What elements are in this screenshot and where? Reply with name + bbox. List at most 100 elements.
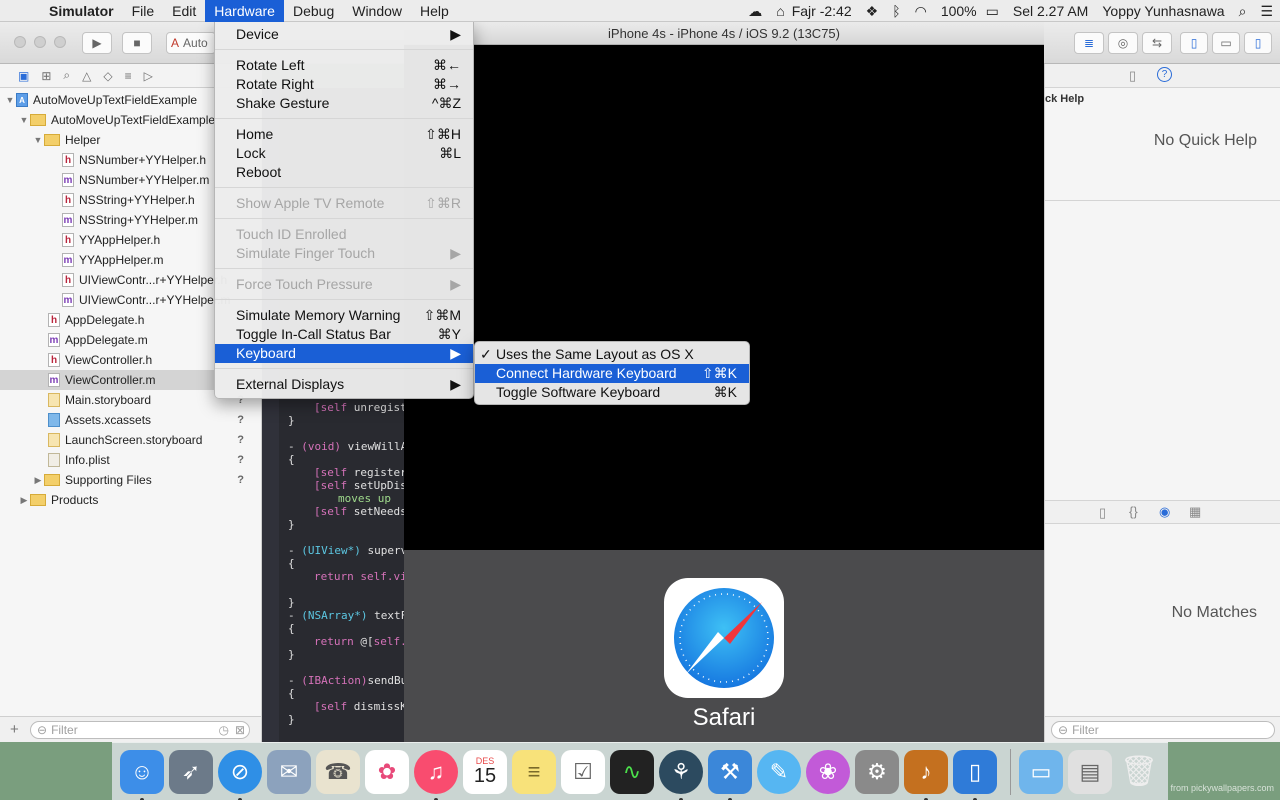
debug-navigator-icon[interactable]: ≡ — [125, 69, 132, 83]
itunes-icon[interactable]: ♫ — [414, 749, 458, 800]
menu-item-simulate-memory-warning[interactable]: Simulate Memory Warning ⇧⌘M — [215, 306, 473, 325]
finder-icon[interactable]: ☺ — [120, 749, 164, 800]
prayer-time[interactable]: Fajr -2:42 — [792, 0, 859, 22]
notification-center-icon[interactable]: ☰ — [1253, 0, 1280, 22]
simulator-app-icon[interactable]: ▯ — [953, 749, 997, 800]
xcode-icon[interactable]: ⚒ — [708, 749, 752, 800]
menu-item-uses-same-layout[interactable]: ✓ Uses the Same Layout as OS X — [475, 345, 749, 364]
simulator-screen[interactable] — [404, 45, 1044, 564]
tree-row-file[interactable]: Info.plist? — [0, 450, 262, 470]
stop-button[interactable]: ■ — [122, 32, 152, 54]
menu-item-keyboard[interactable]: Keyboard ▶ — [215, 344, 473, 363]
menu-item-external-displays[interactable]: External Displays ▶ — [215, 375, 473, 394]
menu-item-rotate-right[interactable]: Rotate Right ⌘→ — [215, 75, 473, 94]
disclosure-open-icon[interactable]: ▼ — [18, 115, 30, 125]
downloads-stack-icon[interactable]: ▤ — [1068, 749, 1112, 794]
user-name[interactable]: Yoppy Yunhasnawa — [1095, 0, 1231, 22]
scm-filter-icon[interactable]: ⊠ — [235, 723, 245, 737]
wifi-icon[interactable]: ◠ — [908, 0, 934, 22]
menu-window[interactable]: Window — [343, 0, 411, 22]
header-file-icon: h — [62, 233, 74, 247]
menu-debug[interactable]: Debug — [284, 0, 343, 22]
flower-app-icon[interactable]: ❀ — [806, 749, 850, 794]
disclosure-closed-icon[interactable]: ▶ — [18, 495, 30, 506]
activity-monitor-icon[interactable]: ∿ — [610, 749, 654, 794]
contacts-icon[interactable]: ☎ — [316, 749, 360, 794]
folder-stack-icon[interactable]: ▭ — [1019, 749, 1063, 794]
disclosure-open-icon[interactable]: ▼ — [32, 135, 44, 145]
bluetooth-icon[interactable]: ᛒ — [885, 0, 907, 22]
toggle-navigator-button[interactable]: ▯ — [1180, 32, 1208, 54]
battery-percent[interactable]: 100% — [934, 0, 979, 22]
test-navigator-icon[interactable]: ◇ — [103, 69, 112, 83]
symbol-navigator-icon[interactable]: ⊞ — [41, 69, 51, 83]
trash-icon[interactable]: 🗑 — [1117, 750, 1161, 794]
menu-item-lock[interactable]: Lock ⌘L — [215, 144, 473, 163]
cloud-icon[interactable]: ☁ — [741, 0, 769, 22]
find-navigator-icon[interactable]: ⌕ — [63, 68, 70, 83]
tree-row-products[interactable]: ▶ Products — [0, 490, 262, 510]
calendar-icon[interactable]: DES 15 — [463, 749, 507, 794]
menu-item-rotate-left[interactable]: Rotate Left ⌘← — [215, 56, 473, 75]
menu-hardware[interactable]: Hardware — [205, 0, 284, 22]
close-window-button[interactable] — [14, 36, 26, 48]
code-snippet-icon[interactable]: {} — [1129, 504, 1138, 519]
messages-icon[interactable]: ✎ — [757, 749, 801, 794]
launchpad-icon[interactable]: ➶ — [169, 749, 213, 794]
object-library-icon[interactable]: ◉ — [1159, 504, 1170, 520]
tree-row-file[interactable]: Assets.xcassets? — [0, 410, 262, 430]
add-icon[interactable]: + — [10, 721, 19, 738]
menu-item-toggle-software-keyboard[interactable]: Toggle Software Keyboard ⌘K — [475, 383, 749, 402]
mosque-icon[interactable]: ⌂ — [769, 0, 791, 22]
mail-icon[interactable]: ✉ — [267, 749, 311, 794]
scheme-selector[interactable]: A Auto — [166, 32, 216, 54]
menu-item-device[interactable]: Device ▶ — [215, 25, 473, 44]
menu-edit[interactable]: Edit — [163, 0, 205, 22]
menu-item-home[interactable]: Home ⇧⌘H — [215, 125, 473, 144]
tree-row-label: NSNumber+YYHelper.m — [79, 173, 210, 187]
issue-navigator-icon[interactable]: △ — [82, 69, 91, 83]
file-inspector-icon[interactable]: ▯ — [1129, 68, 1136, 84]
tree-row-file[interactable]: LaunchScreen.storyboard? — [0, 430, 262, 450]
menu-item-reboot[interactable]: Reboot — [215, 163, 473, 182]
menu-app-name[interactable]: Simulator — [40, 0, 123, 22]
disclosure-closed-icon[interactable]: ▶ — [32, 475, 44, 486]
spotlight-icon[interactable]: ⌕ — [1232, 0, 1254, 22]
dropbox-icon[interactable]: ❖ — [859, 0, 886, 22]
notes-icon[interactable]: ≡ — [512, 749, 556, 794]
library-filter-input[interactable]: ⊖ Filter — [1051, 721, 1275, 739]
toggle-utilities-button[interactable]: ▯ — [1244, 32, 1272, 54]
tree-row-supporting-files[interactable]: ▶ Supporting Files? — [0, 470, 262, 490]
code-line: { — [288, 453, 295, 466]
menu-file[interactable]: File — [123, 0, 164, 22]
breakpoint-navigator-icon[interactable]: ▷ — [144, 69, 153, 83]
system-preferences-icon[interactable]: ⚙ — [855, 749, 899, 794]
file-template-icon[interactable]: ▯ — [1099, 505, 1106, 521]
media-library-icon[interactable]: ▦ — [1189, 504, 1201, 520]
music-app-icon[interactable]: ♪ — [904, 749, 948, 800]
minimize-window-button[interactable] — [34, 36, 46, 48]
recent-files-icon[interactable]: ◷ — [219, 723, 229, 737]
disclosure-open-icon[interactable]: ▼ — [4, 95, 16, 105]
run-button[interactable]: ▶ — [82, 32, 112, 54]
tree-row-label: UIViewContr...r+YYHelper.h — [79, 273, 228, 287]
reminders-icon[interactable]: ☑ — [561, 749, 605, 794]
sourcetree-icon[interactable]: ⚘ — [659, 749, 703, 800]
version-editor-button[interactable]: ⇆ — [1142, 32, 1172, 54]
menu-item-toggle-in-call-status-bar[interactable]: Toggle In-Call Status Bar ⌘Y — [215, 325, 473, 344]
safari-app-icon[interactable] — [664, 578, 784, 698]
toggle-debug-area-button[interactable]: ▭ — [1212, 32, 1240, 54]
safari-icon[interactable]: ⊘ — [218, 749, 262, 800]
photos-icon[interactable]: ✿ — [365, 749, 409, 794]
project-navigator-icon[interactable]: ▣ — [18, 69, 29, 83]
clock[interactable]: Sel 2.27 AM — [1006, 0, 1096, 22]
standard-editor-button[interactable]: ≣ — [1074, 32, 1104, 54]
zoom-window-button[interactable] — [54, 36, 66, 48]
quick-help-icon[interactable]: ? — [1157, 67, 1172, 82]
menu-help[interactable]: Help — [411, 0, 458, 22]
navigator-filter-input[interactable]: ⊖ Filter ◷ ⊠ — [30, 721, 250, 739]
battery-icon[interactable]: ▭ — [979, 0, 1006, 22]
assistant-editor-button[interactable]: ◎ — [1108, 32, 1138, 54]
menu-item-connect-hardware-keyboard[interactable]: Connect Hardware Keyboard ⇧⌘K — [475, 364, 749, 383]
menu-item-shake-gesture[interactable]: Shake Gesture ^⌘Z — [215, 94, 473, 113]
